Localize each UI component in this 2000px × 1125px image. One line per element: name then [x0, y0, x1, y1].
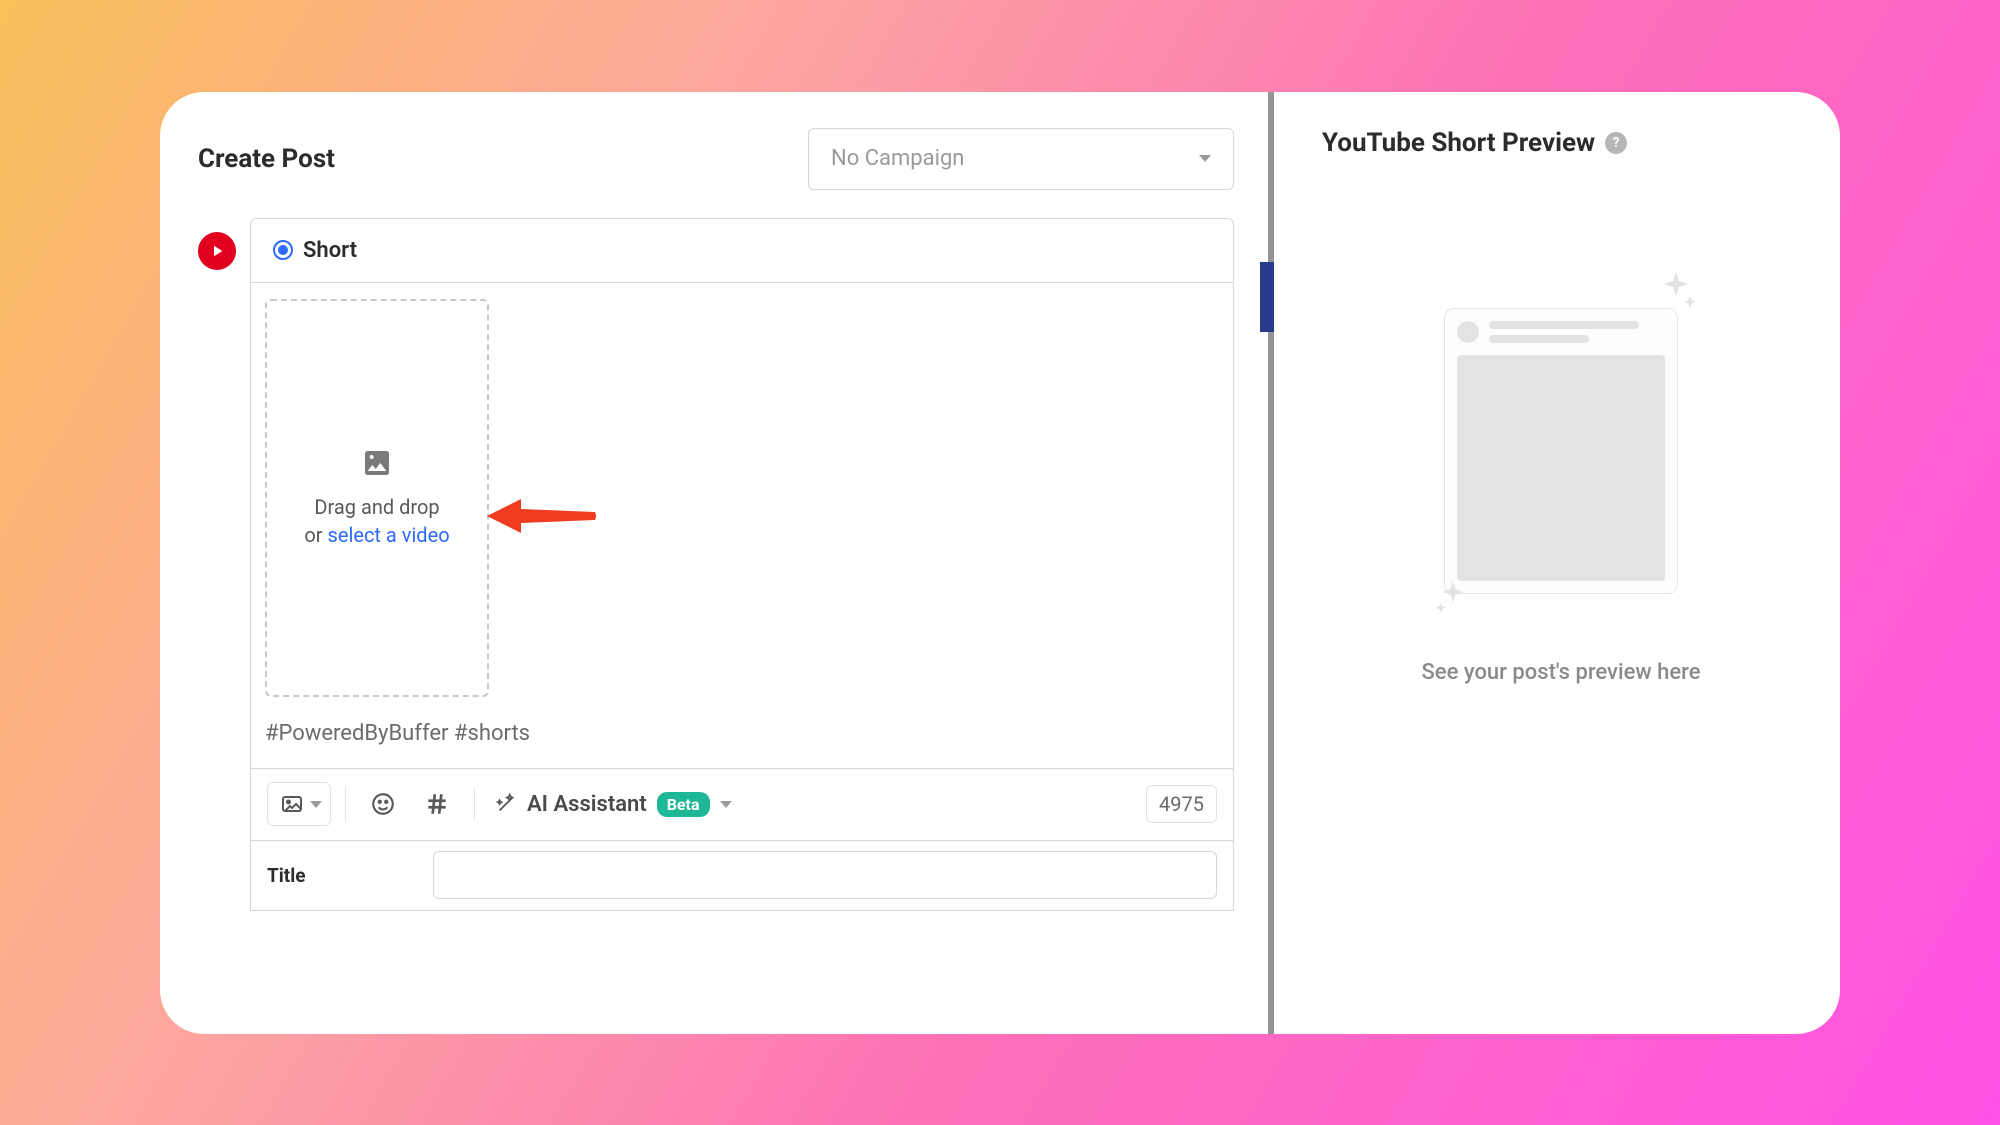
annotation-arrow-icon — [487, 493, 597, 539]
preview-stage: See your post's preview here — [1322, 308, 1800, 1008]
title-label: Title — [267, 864, 407, 887]
toolbar-separator — [345, 787, 346, 821]
dropzone-line1: Drag and drop — [314, 495, 439, 519]
dropzone-line2-prefix: or — [304, 523, 327, 547]
hashtags-text[interactable]: #PoweredByBuffer #shorts — [251, 707, 1233, 768]
page-title: Create Post — [198, 144, 335, 174]
right-panel: YouTube Short Preview ? See you — [1274, 92, 1840, 1034]
app-window: Create Post No Campaign Short — [160, 92, 1840, 1034]
placeholder-image — [1457, 355, 1665, 581]
post-type-short-radio[interactable]: Short — [273, 238, 357, 263]
preview-caption: See your post's preview here — [1421, 660, 1700, 685]
composer-toolbar: AI Assistant Beta 4975 — [251, 768, 1233, 840]
video-dropzone[interactable]: Drag and drop or select a video — [265, 299, 489, 697]
select-video-link[interactable]: select a video — [328, 523, 450, 547]
beta-badge: Beta — [657, 792, 710, 817]
chevron-down-icon — [310, 801, 322, 808]
title-input[interactable] — [433, 851, 1217, 899]
placeholder-line — [1489, 321, 1639, 329]
hashtag-button[interactable] — [414, 782, 460, 826]
chevron-down-icon — [1199, 155, 1211, 162]
composer-body: Drag and drop or select a video — [251, 283, 1233, 707]
emoji-icon — [370, 791, 396, 817]
char-count: 4975 — [1146, 785, 1217, 823]
help-icon[interactable]: ? — [1605, 132, 1627, 154]
composer-row: Short Drag and drop or select a video — [198, 218, 1234, 911]
chevron-down-icon — [720, 801, 732, 808]
composer-card: Short Drag and drop or select a video — [250, 218, 1234, 911]
magic-wand-icon — [495, 793, 517, 815]
hashtag-icon — [424, 791, 450, 817]
post-type-label: Short — [303, 238, 357, 263]
ai-assistant-button[interactable]: AI Assistant Beta — [489, 792, 738, 817]
left-panel: Create Post No Campaign Short — [160, 92, 1274, 1034]
youtube-icon — [198, 232, 236, 270]
toolbar-separator — [474, 787, 475, 821]
preview-placeholder-card — [1444, 308, 1678, 594]
sparkle-icon — [1652, 268, 1700, 316]
placeholder-avatar — [1457, 321, 1479, 343]
preview-header: YouTube Short Preview ? — [1322, 128, 1800, 158]
preview-title: YouTube Short Preview — [1322, 128, 1595, 158]
campaign-select-value: No Campaign — [831, 146, 964, 171]
radio-icon — [273, 240, 293, 260]
composer-head: Short — [251, 219, 1233, 283]
placeholder-line — [1489, 335, 1589, 343]
emoji-button[interactable] — [360, 782, 406, 826]
title-row: Title — [251, 840, 1233, 910]
media-button[interactable] — [267, 782, 331, 826]
accent-stub — [1260, 262, 1274, 332]
image-icon — [361, 447, 393, 479]
header-row: Create Post No Campaign — [198, 128, 1234, 190]
dropzone-text: Drag and drop or select a video — [304, 493, 449, 549]
campaign-select[interactable]: No Campaign — [808, 128, 1234, 190]
ai-assistant-label: AI Assistant — [527, 792, 647, 817]
image-icon — [280, 792, 304, 816]
sparkle-icon — [1432, 578, 1474, 620]
